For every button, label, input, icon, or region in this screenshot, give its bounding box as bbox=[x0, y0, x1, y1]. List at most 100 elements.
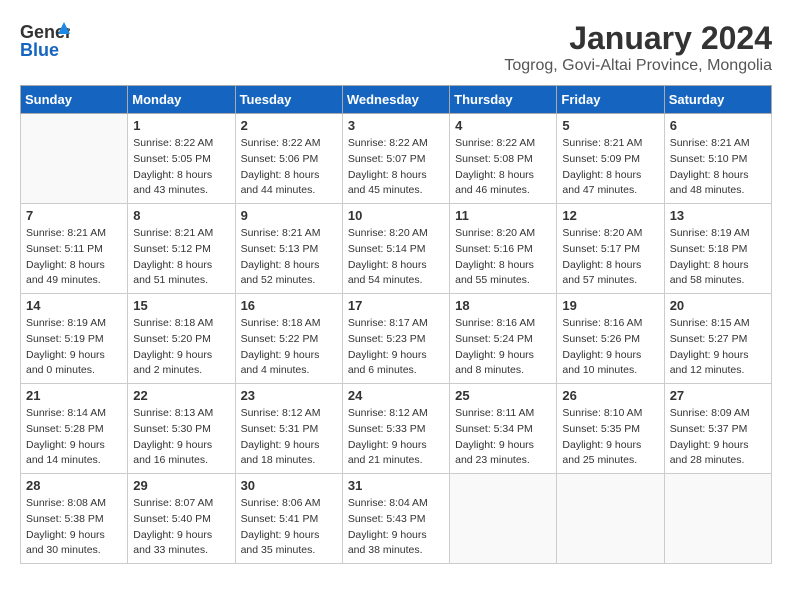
day-info: Sunrise: 8:10 AMSunset: 5:35 PMDaylight:… bbox=[562, 406, 658, 469]
calendar-cell: 25 Sunrise: 8:11 AMSunset: 5:34 PMDayligh… bbox=[450, 384, 557, 474]
header-friday: Friday bbox=[557, 86, 664, 114]
day-info: Sunrise: 8:22 AMSunset: 5:07 PMDaylight:… bbox=[348, 136, 444, 199]
page-title: January 2024 bbox=[504, 20, 772, 57]
day-info: Sunrise: 8:22 AMSunset: 5:05 PMDaylight:… bbox=[133, 136, 229, 199]
day-info: Sunrise: 8:21 AMSunset: 5:09 PMDaylight:… bbox=[562, 136, 658, 199]
calendar-week-row: 21 Sunrise: 8:14 AMSunset: 5:28 PMDayligh… bbox=[21, 384, 772, 474]
day-number: 4 bbox=[455, 118, 551, 133]
calendar-header-row: SundayMondayTuesdayWednesdayThursdayFrid… bbox=[21, 86, 772, 114]
day-number: 31 bbox=[348, 478, 444, 493]
calendar-cell bbox=[450, 474, 557, 564]
day-number: 29 bbox=[133, 478, 229, 493]
calendar-cell: 13Sunrise: 8:19 AMSunset: 5:18 PMDayligh… bbox=[664, 204, 771, 294]
day-info: Sunrise: 8:22 AMSunset: 5:06 PMDaylight:… bbox=[241, 136, 337, 199]
day-info: Sunrise: 8:17 AMSunset: 5:23 PMDaylight:… bbox=[348, 316, 444, 379]
day-number: 22 bbox=[133, 388, 229, 403]
day-info: Sunrise: 8:22 AMSunset: 5:08 PMDaylight:… bbox=[455, 136, 551, 199]
calendar-cell bbox=[21, 114, 128, 204]
day-number: 14 bbox=[26, 298, 122, 313]
calendar-cell: 18Sunrise: 8:16 AMSunset: 5:24 PMDayligh… bbox=[450, 294, 557, 384]
day-number: 8 bbox=[133, 208, 229, 223]
day-number: 5 bbox=[562, 118, 658, 133]
day-number: 9 bbox=[241, 208, 337, 223]
header-monday: Monday bbox=[128, 86, 235, 114]
day-info: Sunrise: 8:12 AMSunset: 5:31 PMDaylight:… bbox=[241, 406, 337, 469]
day-info: Sunrise: 8:20 AMSunset: 5:17 PMDaylight:… bbox=[562, 226, 658, 289]
day-info: Sunrise: 8:11 AMSunset: 5:34 PMDaylight:… bbox=[455, 406, 551, 469]
day-number: 16 bbox=[241, 298, 337, 313]
calendar-cell: 23 Sunrise: 8:12 AMSunset: 5:31 PMDayligh… bbox=[235, 384, 342, 474]
calendar-cell: 15Sunrise: 8:18 AMSunset: 5:20 PMDayligh… bbox=[128, 294, 235, 384]
day-number: 6 bbox=[670, 118, 766, 133]
calendar-cell: 30Sunrise: 8:06 AMSunset: 5:41 PMDayligh… bbox=[235, 474, 342, 564]
calendar-cell: 27 Sunrise: 8:09 AMSunset: 5:37 PMDayligh… bbox=[664, 384, 771, 474]
day-number: 21 bbox=[26, 388, 122, 403]
day-number: 23 bbox=[241, 388, 337, 403]
page-subtitle: Togrog, Govi-Altai Province, Mongolia bbox=[504, 57, 772, 75]
calendar-cell: 21 Sunrise: 8:14 AMSunset: 5:28 PMDayligh… bbox=[21, 384, 128, 474]
calendar-cell: 9 Sunrise: 8:21 AMSunset: 5:13 PMDaylight… bbox=[235, 204, 342, 294]
logo: General Blue bbox=[20, 20, 74, 60]
calendar-cell: 10 Sunrise: 8:20 AMSunset: 5:14 PMDayligh… bbox=[342, 204, 449, 294]
day-info: Sunrise: 8:21 AMSunset: 5:10 PMDaylight:… bbox=[670, 136, 766, 199]
calendar-cell: 29Sunrise: 8:07 AMSunset: 5:40 PMDayligh… bbox=[128, 474, 235, 564]
header-tuesday: Tuesday bbox=[235, 86, 342, 114]
header-saturday: Saturday bbox=[664, 86, 771, 114]
day-info: Sunrise: 8:16 AMSunset: 5:24 PMDaylight:… bbox=[455, 316, 551, 379]
day-number: 10 bbox=[348, 208, 444, 223]
calendar-cell bbox=[664, 474, 771, 564]
calendar-week-row: 14 Sunrise: 8:19 AMSunset: 5:19 PMDayligh… bbox=[21, 294, 772, 384]
day-number: 20 bbox=[670, 298, 766, 313]
calendar-week-row: 28Sunrise: 8:08 AMSunset: 5:38 PMDayligh… bbox=[21, 474, 772, 564]
day-info: Sunrise: 8:12 AMSunset: 5:33 PMDaylight:… bbox=[348, 406, 444, 469]
day-number: 25 bbox=[455, 388, 551, 403]
calendar-cell: 6 Sunrise: 8:21 AMSunset: 5:10 PMDaylight… bbox=[664, 114, 771, 204]
day-info: Sunrise: 8:04 AMSunset: 5:43 PMDaylight:… bbox=[348, 496, 444, 559]
calendar-week-row: 7 Sunrise: 8:21 AMSunset: 5:11 PMDaylight… bbox=[21, 204, 772, 294]
day-number: 26 bbox=[562, 388, 658, 403]
header-sunday: Sunday bbox=[21, 86, 128, 114]
day-info: Sunrise: 8:21 AMSunset: 5:12 PMDaylight:… bbox=[133, 226, 229, 289]
calendar-cell: 1 Sunrise: 8:22 AMSunset: 5:05 PMDaylight… bbox=[128, 114, 235, 204]
day-info: Sunrise: 8:13 AMSunset: 5:30 PMDaylight:… bbox=[133, 406, 229, 469]
day-number: 27 bbox=[670, 388, 766, 403]
calendar-cell: 20Sunrise: 8:15 AMSunset: 5:27 PMDayligh… bbox=[664, 294, 771, 384]
day-number: 28 bbox=[26, 478, 122, 493]
calendar-cell: 8 Sunrise: 8:21 AMSunset: 5:12 PMDaylight… bbox=[128, 204, 235, 294]
calendar-cell: 4 Sunrise: 8:22 AMSunset: 5:08 PMDaylight… bbox=[450, 114, 557, 204]
calendar-cell: 7 Sunrise: 8:21 AMSunset: 5:11 PMDaylight… bbox=[21, 204, 128, 294]
day-number: 2 bbox=[241, 118, 337, 133]
day-info: Sunrise: 8:21 AMSunset: 5:11 PMDaylight:… bbox=[26, 226, 122, 289]
day-info: Sunrise: 8:21 AMSunset: 5:13 PMDaylight:… bbox=[241, 226, 337, 289]
day-number: 7 bbox=[26, 208, 122, 223]
day-info: Sunrise: 8:19 AMSunset: 5:18 PMDaylight:… bbox=[670, 226, 766, 289]
calendar-cell: 3Sunrise: 8:22 AMSunset: 5:07 PMDaylight… bbox=[342, 114, 449, 204]
calendar-cell: 12 Sunrise: 8:20 AMSunset: 5:17 PMDayligh… bbox=[557, 204, 664, 294]
calendar-week-row: 1 Sunrise: 8:22 AMSunset: 5:05 PMDaylight… bbox=[21, 114, 772, 204]
day-number: 12 bbox=[562, 208, 658, 223]
day-number: 17 bbox=[348, 298, 444, 313]
day-number: 30 bbox=[241, 478, 337, 493]
calendar-cell: 14 Sunrise: 8:19 AMSunset: 5:19 PMDayligh… bbox=[21, 294, 128, 384]
day-number: 1 bbox=[133, 118, 229, 133]
calendar-cell: 11 Sunrise: 8:20 AMSunset: 5:16 PMDayligh… bbox=[450, 204, 557, 294]
day-number: 11 bbox=[455, 208, 551, 223]
calendar-cell: 31 Sunrise: 8:04 AMSunset: 5:43 PMDayligh… bbox=[342, 474, 449, 564]
calendar-cell: 24Sunrise: 8:12 AMSunset: 5:33 PMDayligh… bbox=[342, 384, 449, 474]
day-info: Sunrise: 8:20 AMSunset: 5:14 PMDaylight:… bbox=[348, 226, 444, 289]
day-number: 19 bbox=[562, 298, 658, 313]
logo-icon: General Blue bbox=[20, 20, 70, 60]
day-info: Sunrise: 8:18 AMSunset: 5:22 PMDaylight:… bbox=[241, 316, 337, 379]
calendar-cell: 2 Sunrise: 8:22 AMSunset: 5:06 PMDaylight… bbox=[235, 114, 342, 204]
calendar-cell: 22 Sunrise: 8:13 AMSunset: 5:30 PMDayligh… bbox=[128, 384, 235, 474]
title-block: January 2024 Togrog, Govi-Altai Province… bbox=[504, 20, 772, 75]
day-info: Sunrise: 8:20 AMSunset: 5:16 PMDaylight:… bbox=[455, 226, 551, 289]
day-info: Sunrise: 8:19 AMSunset: 5:19 PMDaylight:… bbox=[26, 316, 122, 379]
header-wednesday: Wednesday bbox=[342, 86, 449, 114]
calendar-cell: 16 Sunrise: 8:18 AMSunset: 5:22 PMDayligh… bbox=[235, 294, 342, 384]
calendar-cell: 19Sunrise: 8:16 AMSunset: 5:26 PMDayligh… bbox=[557, 294, 664, 384]
svg-text:Blue: Blue bbox=[20, 40, 59, 60]
day-info: Sunrise: 8:14 AMSunset: 5:28 PMDaylight:… bbox=[26, 406, 122, 469]
calendar-cell: 17 Sunrise: 8:17 AMSunset: 5:23 PMDayligh… bbox=[342, 294, 449, 384]
day-info: Sunrise: 8:09 AMSunset: 5:37 PMDaylight:… bbox=[670, 406, 766, 469]
